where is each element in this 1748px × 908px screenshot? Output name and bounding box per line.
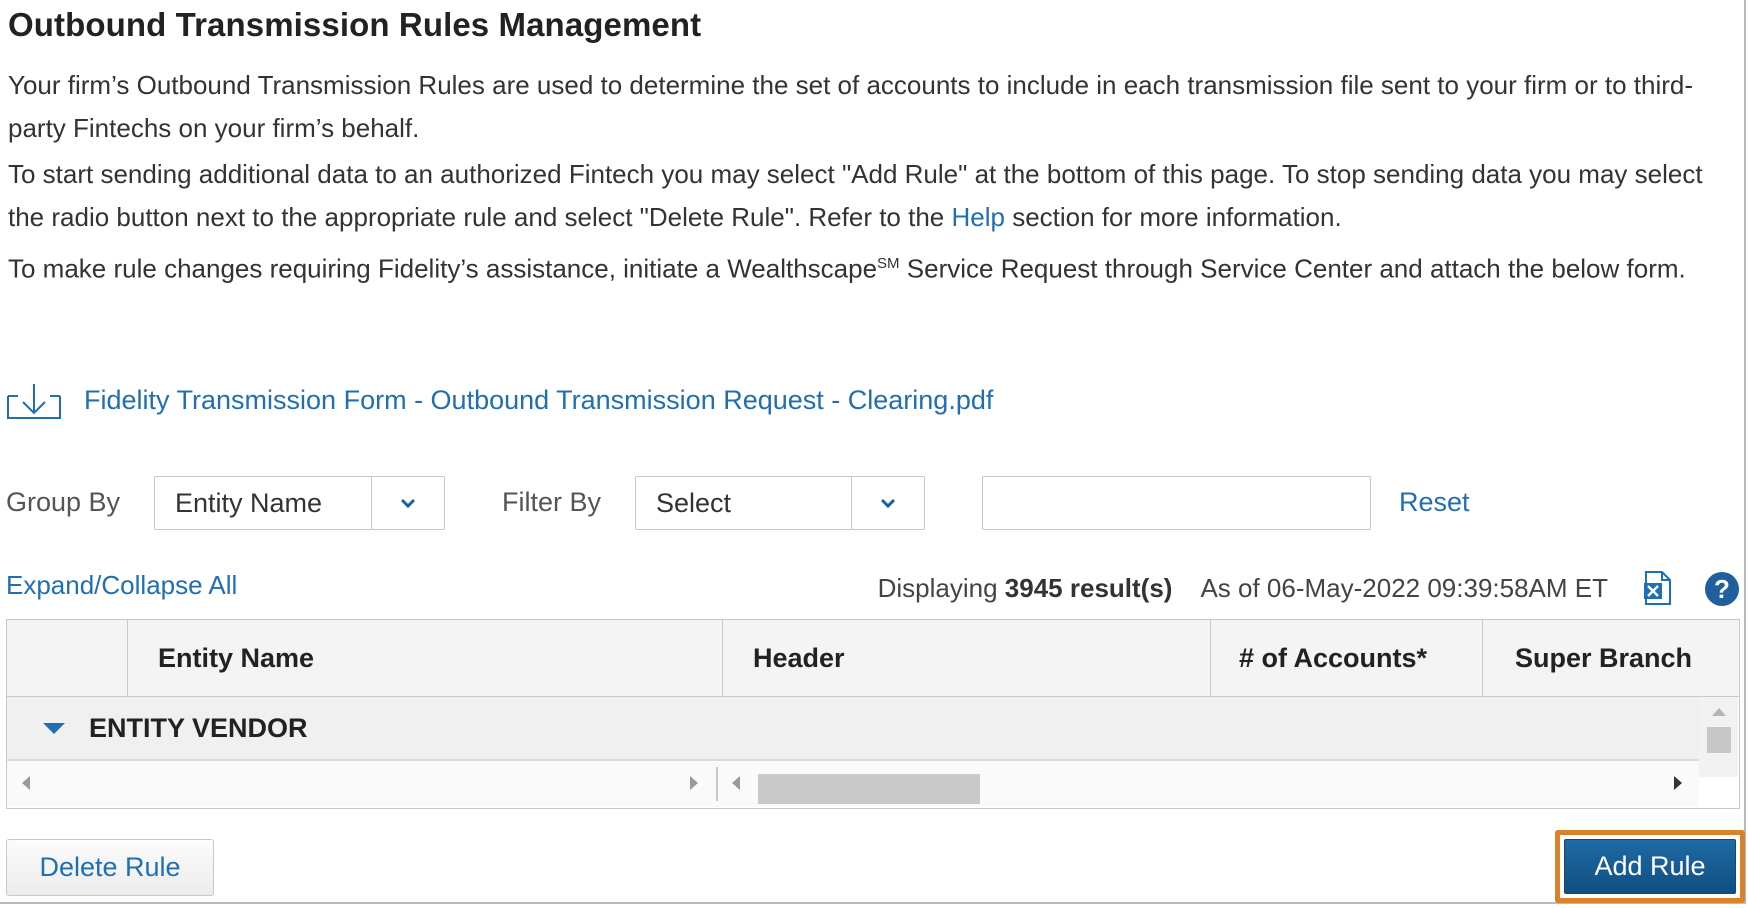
filter-by-value: Select — [656, 487, 732, 518]
results-meta: Displaying 3945 result(s) As of 06-May-20… — [878, 573, 1608, 604]
download-icon[interactable] — [6, 380, 62, 420]
group-label: ENTITY VENDOR — [89, 712, 308, 743]
group-by-label: Group By — [6, 487, 121, 517]
add-rule-highlight: Add Rule — [1555, 830, 1745, 903]
group-by-select[interactable]: Entity Name — [154, 476, 445, 530]
column-header-super-branch[interactable]: Super Branch — [1483, 620, 1739, 696]
caret-down-icon[interactable] — [43, 721, 65, 735]
filter-by-label: Filter By — [502, 487, 602, 517]
expand-collapse-all-link[interactable]: Expand/Collapse All — [6, 570, 237, 601]
svg-text:?: ? — [1714, 574, 1730, 604]
service-mark: SM — [877, 255, 900, 272]
delete-rule-button[interactable]: Delete Rule — [6, 839, 214, 896]
help-icon[interactable]: ? — [1704, 571, 1740, 607]
scroll-left-icon[interactable] — [731, 775, 741, 791]
group-by-value: Entity Name — [175, 487, 323, 518]
add-rule-button[interactable]: Add Rule — [1564, 839, 1736, 894]
column-header-entity-name[interactable]: Entity Name — [128, 620, 723, 696]
grid-header: Entity Name Header # of Accounts* Super … — [7, 620, 1739, 697]
page-title: Outbound Transmission Rules Management — [8, 6, 702, 43]
scroll-left-icon[interactable] — [21, 775, 31, 791]
scroll-up-icon[interactable] — [1711, 707, 1727, 717]
group-row-entity-vendor[interactable]: ENTITY VENDOR — [7, 697, 1699, 760]
horizontal-scrollbar[interactable] — [7, 760, 1699, 807]
download-form-row[interactable]: Fidelity Transmission Form - Outbound Tr… — [6, 378, 993, 422]
filter-by-select[interactable]: Select — [635, 476, 925, 530]
scroll-right-icon[interactable] — [689, 775, 699, 791]
horizontal-scroll-thumb[interactable] — [758, 774, 980, 804]
intro-paragraph-2-text-b: section for more information. — [1004, 202, 1342, 232]
help-link[interactable]: Help — [951, 202, 1004, 232]
frozen-column-divider — [716, 767, 718, 801]
rules-grid: Entity Name Header # of Accounts* Super … — [6, 619, 1740, 809]
column-header-select — [7, 620, 128, 696]
column-header-num-accounts[interactable]: # of Accounts* — [1211, 620, 1483, 696]
page-frame: Outbound Transmission Rules Management Y… — [0, 0, 1746, 904]
excel-export-icon[interactable] — [1642, 571, 1672, 605]
results-count: 3945 result(s) — [1004, 573, 1173, 603]
vertical-scroll-thumb[interactable] — [1707, 727, 1731, 753]
download-form-link[interactable]: Fidelity Transmission Form - Outbound Tr… — [84, 385, 993, 416]
intro-paragraph-3-text-a: To make rule changes requiring Fidelity’… — [8, 253, 878, 284]
intro-paragraph-3-text-b: Service Request through Service Center a… — [899, 253, 1686, 284]
intro-paragraph-2-text-a: To start sending additional data to an a… — [8, 159, 1703, 232]
intro-paragraph-2: To start sending additional data to an a… — [8, 153, 1738, 239]
chevron-down-icon[interactable] — [851, 477, 924, 529]
reset-link[interactable]: Reset — [1399, 487, 1470, 518]
intro-paragraph-1: Your firm’s Outbound Transmission Rules … — [8, 70, 1694, 143]
intro-paragraph-3: To make rule changes requiring Fidelity’… — [8, 242, 1738, 291]
vertical-scrollbar[interactable] — [1699, 697, 1738, 777]
scroll-right-icon[interactable] — [1673, 775, 1683, 791]
results-prefix: Displaying — [877, 573, 1005, 603]
chevron-down-icon[interactable] — [371, 477, 444, 529]
column-header-header[interactable]: Header — [723, 620, 1211, 696]
as-of-timestamp: As of 06-May-2022 09:39:58AM ET — [1200, 573, 1608, 603]
filter-text-input[interactable] — [982, 476, 1371, 530]
